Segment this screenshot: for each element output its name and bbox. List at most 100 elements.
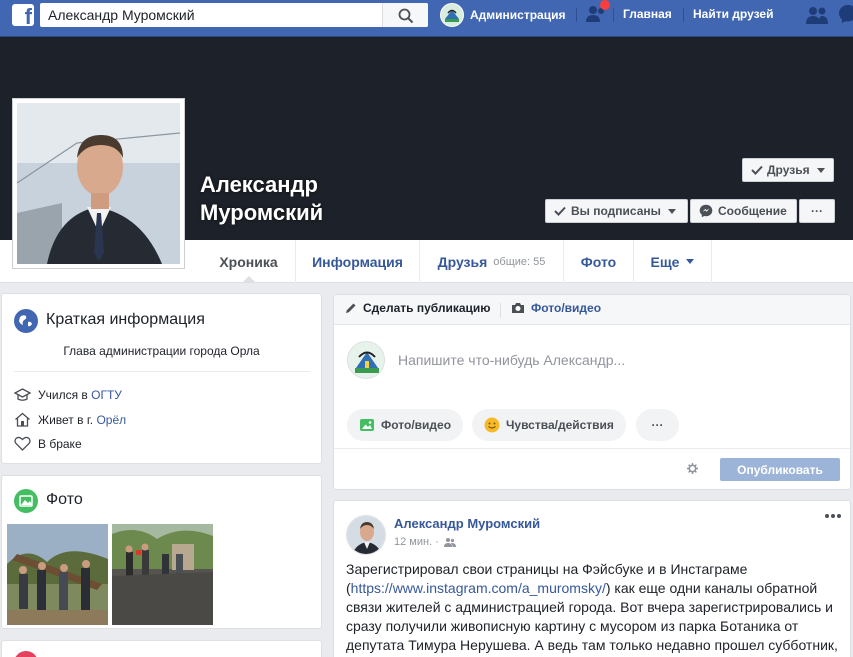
post-author-avatar[interactable] [346,515,386,555]
post-text-line: депутата Тимура Нерушева. А ведь там тол… [346,637,838,653]
profile-name: Александр Муромский [200,171,323,227]
top-navigation-bar: f Администрация Главная Найти друзей [0,0,853,37]
more-dots-icon: ··· [811,204,823,218]
composer-avatar [347,341,385,379]
friends-button[interactable]: Друзья [742,158,834,182]
check-icon [751,165,763,175]
post-author-name[interactable]: Александр Муромский [394,516,540,531]
divider [500,303,501,318]
tab-photos[interactable]: Фото [564,240,634,283]
post-text-fragment: ) как еще одни каналы обратной [605,580,818,596]
intro-education: Учился в ОГТУ [14,388,122,402]
facebook-logo-icon[interactable]: f [12,4,34,26]
instagram-link[interactable]: https://www.instagram.com/a_muromsky/ [351,580,606,596]
pencil-icon [346,303,356,313]
divider [576,8,577,22]
intro-location: Живет в г. Орёл [14,412,126,427]
photos-card-title: Фото [46,491,83,508]
more-dots-icon: ··· [651,418,664,432]
photos-card: Фото [1,475,322,629]
profile-picture[interactable] [12,98,185,269]
feelings-action[interactable]: Чувства/действия [472,409,626,441]
nav-home-link[interactable]: Главная [623,7,672,21]
tab-photos-label: Фото [580,253,617,270]
publish-button[interactable]: Опубликовать [720,458,840,481]
post-text-line: (https://www.instagram.com/a_muromsky/) … [346,580,818,596]
camera-icon [512,303,524,313]
mutual-friends-count: общие: 55 [493,255,546,268]
tab-more[interactable]: Еще [634,240,712,283]
globe-icon [14,309,38,333]
post-timestamp[interactable]: 12 мин. · [394,536,439,548]
search-box [40,3,428,27]
intro-education-text: Учился в [38,388,88,402]
photo-video-tab-label: Фото/видео [531,301,602,315]
photo-video-action-label: Фото/видео [381,418,452,432]
search-button[interactable] [382,3,428,27]
nav-find-friends-link[interactable]: Найти друзей [693,7,773,21]
post-meta: 12 мин. · [394,536,456,548]
intro-relationship-text: В браке [38,436,82,451]
notification-badge [600,0,610,10]
photo-thumbnail[interactable] [112,524,213,625]
tab-timeline-label: Хроника [219,253,278,270]
profile-name-first: Александр [200,172,318,197]
gear-icon[interactable] [687,463,698,474]
search-input[interactable] [40,3,380,27]
more-options-button[interactable]: ··· [799,199,835,223]
message-button[interactable]: Сообщение [690,199,797,223]
messenger-icon[interactable] [838,4,853,24]
composer-input[interactable]: Напишите что-нибудь Александр... [398,352,625,368]
video-icon [14,651,38,657]
tab-about-label: Информация [312,253,403,270]
tab-timeline[interactable]: Хроника [202,240,296,283]
graduation-cap-icon [14,388,31,401]
divider [613,8,614,22]
profile-name-last: Муромский [200,200,324,225]
feelings-action-label: Чувства/действия [506,418,614,432]
administration-avatar-icon [440,3,464,27]
intro-location-link[interactable]: Орёл [96,413,126,427]
more-actions-button[interactable]: ··· [636,409,679,441]
tab-friends[interactable]: Друзья общие: 55 [420,240,564,283]
friends-button-label: Друзья [767,163,810,177]
photo-video-tab[interactable]: Фото/видео [511,301,601,315]
friends-audience-icon [443,538,456,547]
photo-icon [14,489,38,513]
post-body: Зарегистрировал свои страницы на Фэйсбук… [346,560,842,655]
smiley-icon [484,417,500,433]
chevron-down-icon [667,208,676,214]
subscribed-button-label: Вы подписаны [571,204,661,218]
intro-education-link[interactable]: ОГТУ [91,388,122,402]
intro-relationship: В браке [14,436,82,451]
chevron-down-icon [816,167,825,173]
photo-thumbnail[interactable] [7,524,108,625]
post-menu-icon[interactable] [824,513,842,519]
message-button-label: Сообщение [718,204,787,218]
top-profile-link[interactable]: Администрация [440,3,565,27]
people-icon[interactable] [804,5,830,25]
create-post-tab[interactable]: Сделать публикацию [345,301,491,315]
photo-icon [360,419,374,431]
post-text-line: Зарегистрировал свои страницы на Фэйсбук… [346,561,748,577]
top-profile-name: Администрация [470,8,566,22]
intro-card: Краткая информация Глава администрации г… [1,293,322,464]
home-icon [15,412,30,427]
divider [683,8,684,22]
tab-friends-label: Друзья [437,253,488,270]
tab-about[interactable]: Информация [296,240,420,283]
post-text-line: сразу получили живописную картину с мусо… [346,618,799,634]
divider [14,371,310,372]
intro-bio: Глава администрации города Орла [63,344,260,358]
check-icon [554,206,566,216]
intro-location-text: Живет в г. [38,412,94,427]
heart-icon [14,436,31,451]
search-icon [398,8,414,24]
videos-card [1,640,322,657]
photo-video-action[interactable]: Фото/видео [347,409,464,441]
subscribed-button[interactable]: Вы подписаны [545,199,688,223]
divider [334,448,850,449]
create-post-tab-label: Сделать публикацию [363,301,491,315]
chevron-down-icon [686,259,695,264]
profile-photo-image [17,103,180,264]
